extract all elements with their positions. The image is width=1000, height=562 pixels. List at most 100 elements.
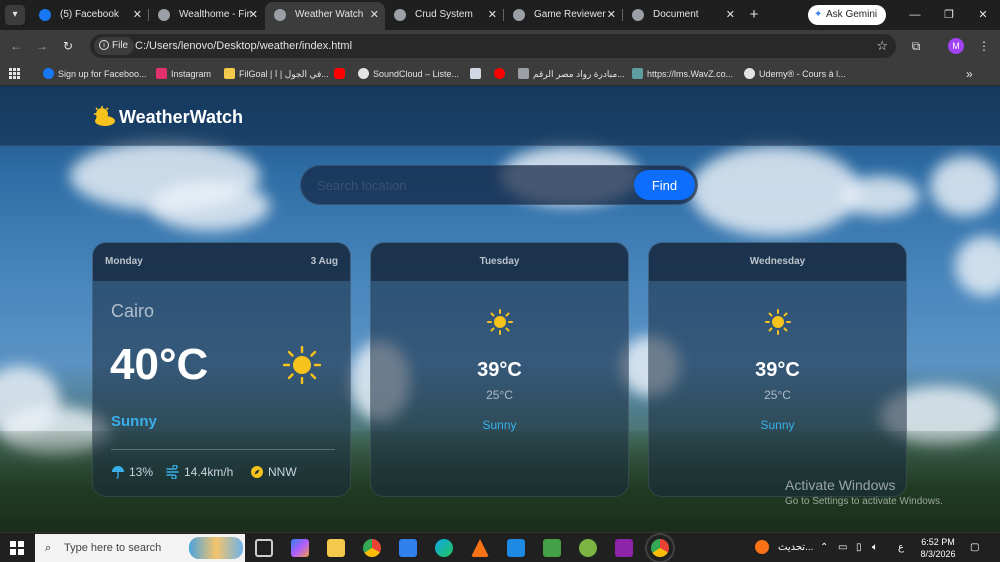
- globe-icon: [274, 9, 286, 21]
- menu-icon[interactable]: ⋮: [974, 36, 994, 56]
- network-icon[interactable]: ▭: [838, 533, 847, 562]
- info-icon: i: [99, 40, 109, 50]
- city-name: Cairo: [111, 301, 155, 321]
- today-day: Monday: [105, 256, 143, 267]
- direction-stat: NNW: [250, 465, 297, 479]
- bookmark-lms[interactable]: https://lms.WavZ.co...: [632, 62, 733, 86]
- chrome-active-icon[interactable]: [645, 533, 675, 562]
- weather-page: WeatherWatch Find Monday 3 Aug Cairo 40°…: [0, 86, 1000, 532]
- tab-title: Crud System: [415, 9, 473, 20]
- instagram-icon: [156, 68, 167, 79]
- today-date: 3 Aug: [310, 256, 338, 267]
- back-button[interactable]: ←: [6, 36, 26, 56]
- edge-icon[interactable]: [435, 539, 453, 557]
- bookmark-digital-egypt[interactable]: مبادرة رواد مصر الرقم...: [518, 62, 625, 86]
- egypt-initiative-icon: [518, 68, 529, 79]
- cloud-shape: [840, 176, 920, 216]
- forecast-min-temp: 25°C: [486, 388, 513, 402]
- globe-app-icon[interactable]: [579, 539, 597, 557]
- forward-button[interactable]: →: [32, 36, 52, 56]
- humidity-stat: 13%: [111, 465, 153, 479]
- humidity-value: 13%: [129, 465, 154, 479]
- close-icon[interactable]: ✕: [726, 0, 735, 30]
- brand-name[interactable]: WeatherWatch: [119, 105, 243, 129]
- file-chip-label: File: [112, 40, 129, 51]
- tab-title: Wealthome - Fin: [179, 9, 251, 20]
- bookmark-soundcloud[interactable]: SoundCloud – Liste...: [358, 62, 459, 86]
- search-highlight-art: [189, 537, 243, 559]
- youtube-icon: [494, 68, 505, 79]
- close-icon[interactable]: ✕: [488, 0, 497, 30]
- language-indicator[interactable]: ع: [898, 533, 904, 562]
- sun-icon: [765, 309, 791, 335]
- more-bookmarks-icon[interactable]: »: [966, 62, 973, 86]
- url-text[interactable]: C:/Users/lenovo/Desktop/weather/index.ht…: [135, 34, 352, 58]
- tab-game-reviewer[interactable]: Game Reviewer ✕: [504, 0, 622, 30]
- tab-crud-system[interactable]: Crud System ✕: [385, 0, 503, 30]
- find-button[interactable]: Find: [634, 170, 695, 200]
- restore-button[interactable]: ❐: [932, 0, 966, 30]
- chart-app-icon[interactable]: [543, 539, 561, 557]
- battery-icon[interactable]: ▯: [856, 533, 862, 562]
- bookmark-udemy[interactable]: Udemy® - Cours à l...: [744, 62, 846, 86]
- reload-button[interactable]: ↻: [58, 36, 78, 56]
- bookmark-filgoal[interactable]: FilGoal | في الجول | ا...: [224, 62, 329, 86]
- tray-update-icon[interactable]: [755, 533, 769, 562]
- tab-search-button[interactable]: ▾: [5, 5, 25, 25]
- new-tab-button[interactable]: +: [744, 5, 764, 25]
- bookmark-instagram[interactable]: Instagram: [156, 62, 211, 86]
- close-icon[interactable]: ✕: [370, 2, 379, 28]
- tab-facebook[interactable]: (5) Facebook ✕: [30, 0, 148, 30]
- tab-document[interactable]: Document ✕: [623, 0, 741, 30]
- bookmark-label: Udemy® - Cours à l...: [759, 69, 846, 79]
- copilot-icon[interactable]: [291, 539, 309, 557]
- tab-title: (5) Facebook: [60, 9, 119, 20]
- close-icon[interactable]: ✕: [133, 0, 142, 30]
- bookmark-facebook[interactable]: Sign up for Faceboo...: [43, 62, 147, 86]
- file-explorer-icon[interactable]: [327, 539, 345, 557]
- tab-weather-watch[interactable]: Weather Watch ✕: [265, 2, 385, 30]
- search-input[interactable]: [317, 172, 617, 198]
- taskbar-clock[interactable]: 6:52 PM 8/3/2026: [910, 536, 966, 560]
- facebook-icon: [39, 9, 51, 21]
- globe-icon: [158, 9, 170, 21]
- profile-avatar[interactable]: M: [948, 38, 964, 54]
- windows-start-icon[interactable]: [10, 541, 24, 555]
- bookmark-star-icon[interactable]: ☆: [876, 34, 888, 58]
- winrar-icon[interactable]: [615, 539, 633, 557]
- bookmark-label: SoundCloud – Liste...: [373, 69, 460, 79]
- extensions-icon[interactable]: ⧉: [906, 36, 926, 56]
- ask-gemini-button[interactable]: ✦ Ask Gemini: [808, 5, 886, 25]
- direction-value: NNW: [268, 465, 297, 479]
- chevron-up-icon[interactable]: ⌃: [820, 533, 828, 562]
- filgoal-icon: [224, 68, 235, 79]
- tab-wealthome[interactable]: Wealthome - Fin ✕: [149, 0, 264, 30]
- bookmark-youtube-2[interactable]: [494, 62, 509, 86]
- bookmark-docs[interactable]: [470, 62, 485, 86]
- mail-icon[interactable]: [399, 539, 417, 557]
- site-info-chip[interactable]: i File: [94, 37, 135, 55]
- tab-title: Document: [653, 9, 699, 20]
- minimize-button[interactable]: —: [898, 0, 932, 30]
- brand-sun-cloud-icon: [94, 106, 115, 126]
- window-close-button[interactable]: ✕: [966, 0, 1000, 30]
- address-bar[interactable]: i File C:/Users/lenovo/Desktop/weather/i…: [90, 34, 896, 58]
- close-icon[interactable]: ✕: [249, 0, 258, 30]
- task-view-icon[interactable]: [255, 539, 273, 557]
- forecast-min-temp: 25°C: [764, 388, 791, 402]
- cloud-shape: [930, 156, 1000, 216]
- bookmark-youtube[interactable]: [334, 62, 349, 86]
- today-condition: Sunny: [111, 413, 157, 430]
- vlc-icon[interactable]: [471, 539, 489, 557]
- close-icon[interactable]: ✕: [607, 0, 616, 30]
- vscode-icon[interactable]: [507, 539, 525, 557]
- windows-taskbar: ⌕ Type here to search تحديث... ⌃ ▭ ▯ 🔈︎ …: [0, 532, 1000, 562]
- forecast-condition: Sunny: [482, 418, 517, 432]
- apps-grid-icon[interactable]: [9, 68, 20, 79]
- taskbar-search-box[interactable]: ⌕ Type here to search: [35, 534, 245, 562]
- notification-icon[interactable]: ▢: [970, 533, 979, 562]
- chrome-icon[interactable]: [363, 539, 381, 557]
- globe-icon: [513, 9, 525, 21]
- volume-icon[interactable]: 🔈︎: [872, 533, 878, 562]
- globe-icon: [632, 9, 644, 21]
